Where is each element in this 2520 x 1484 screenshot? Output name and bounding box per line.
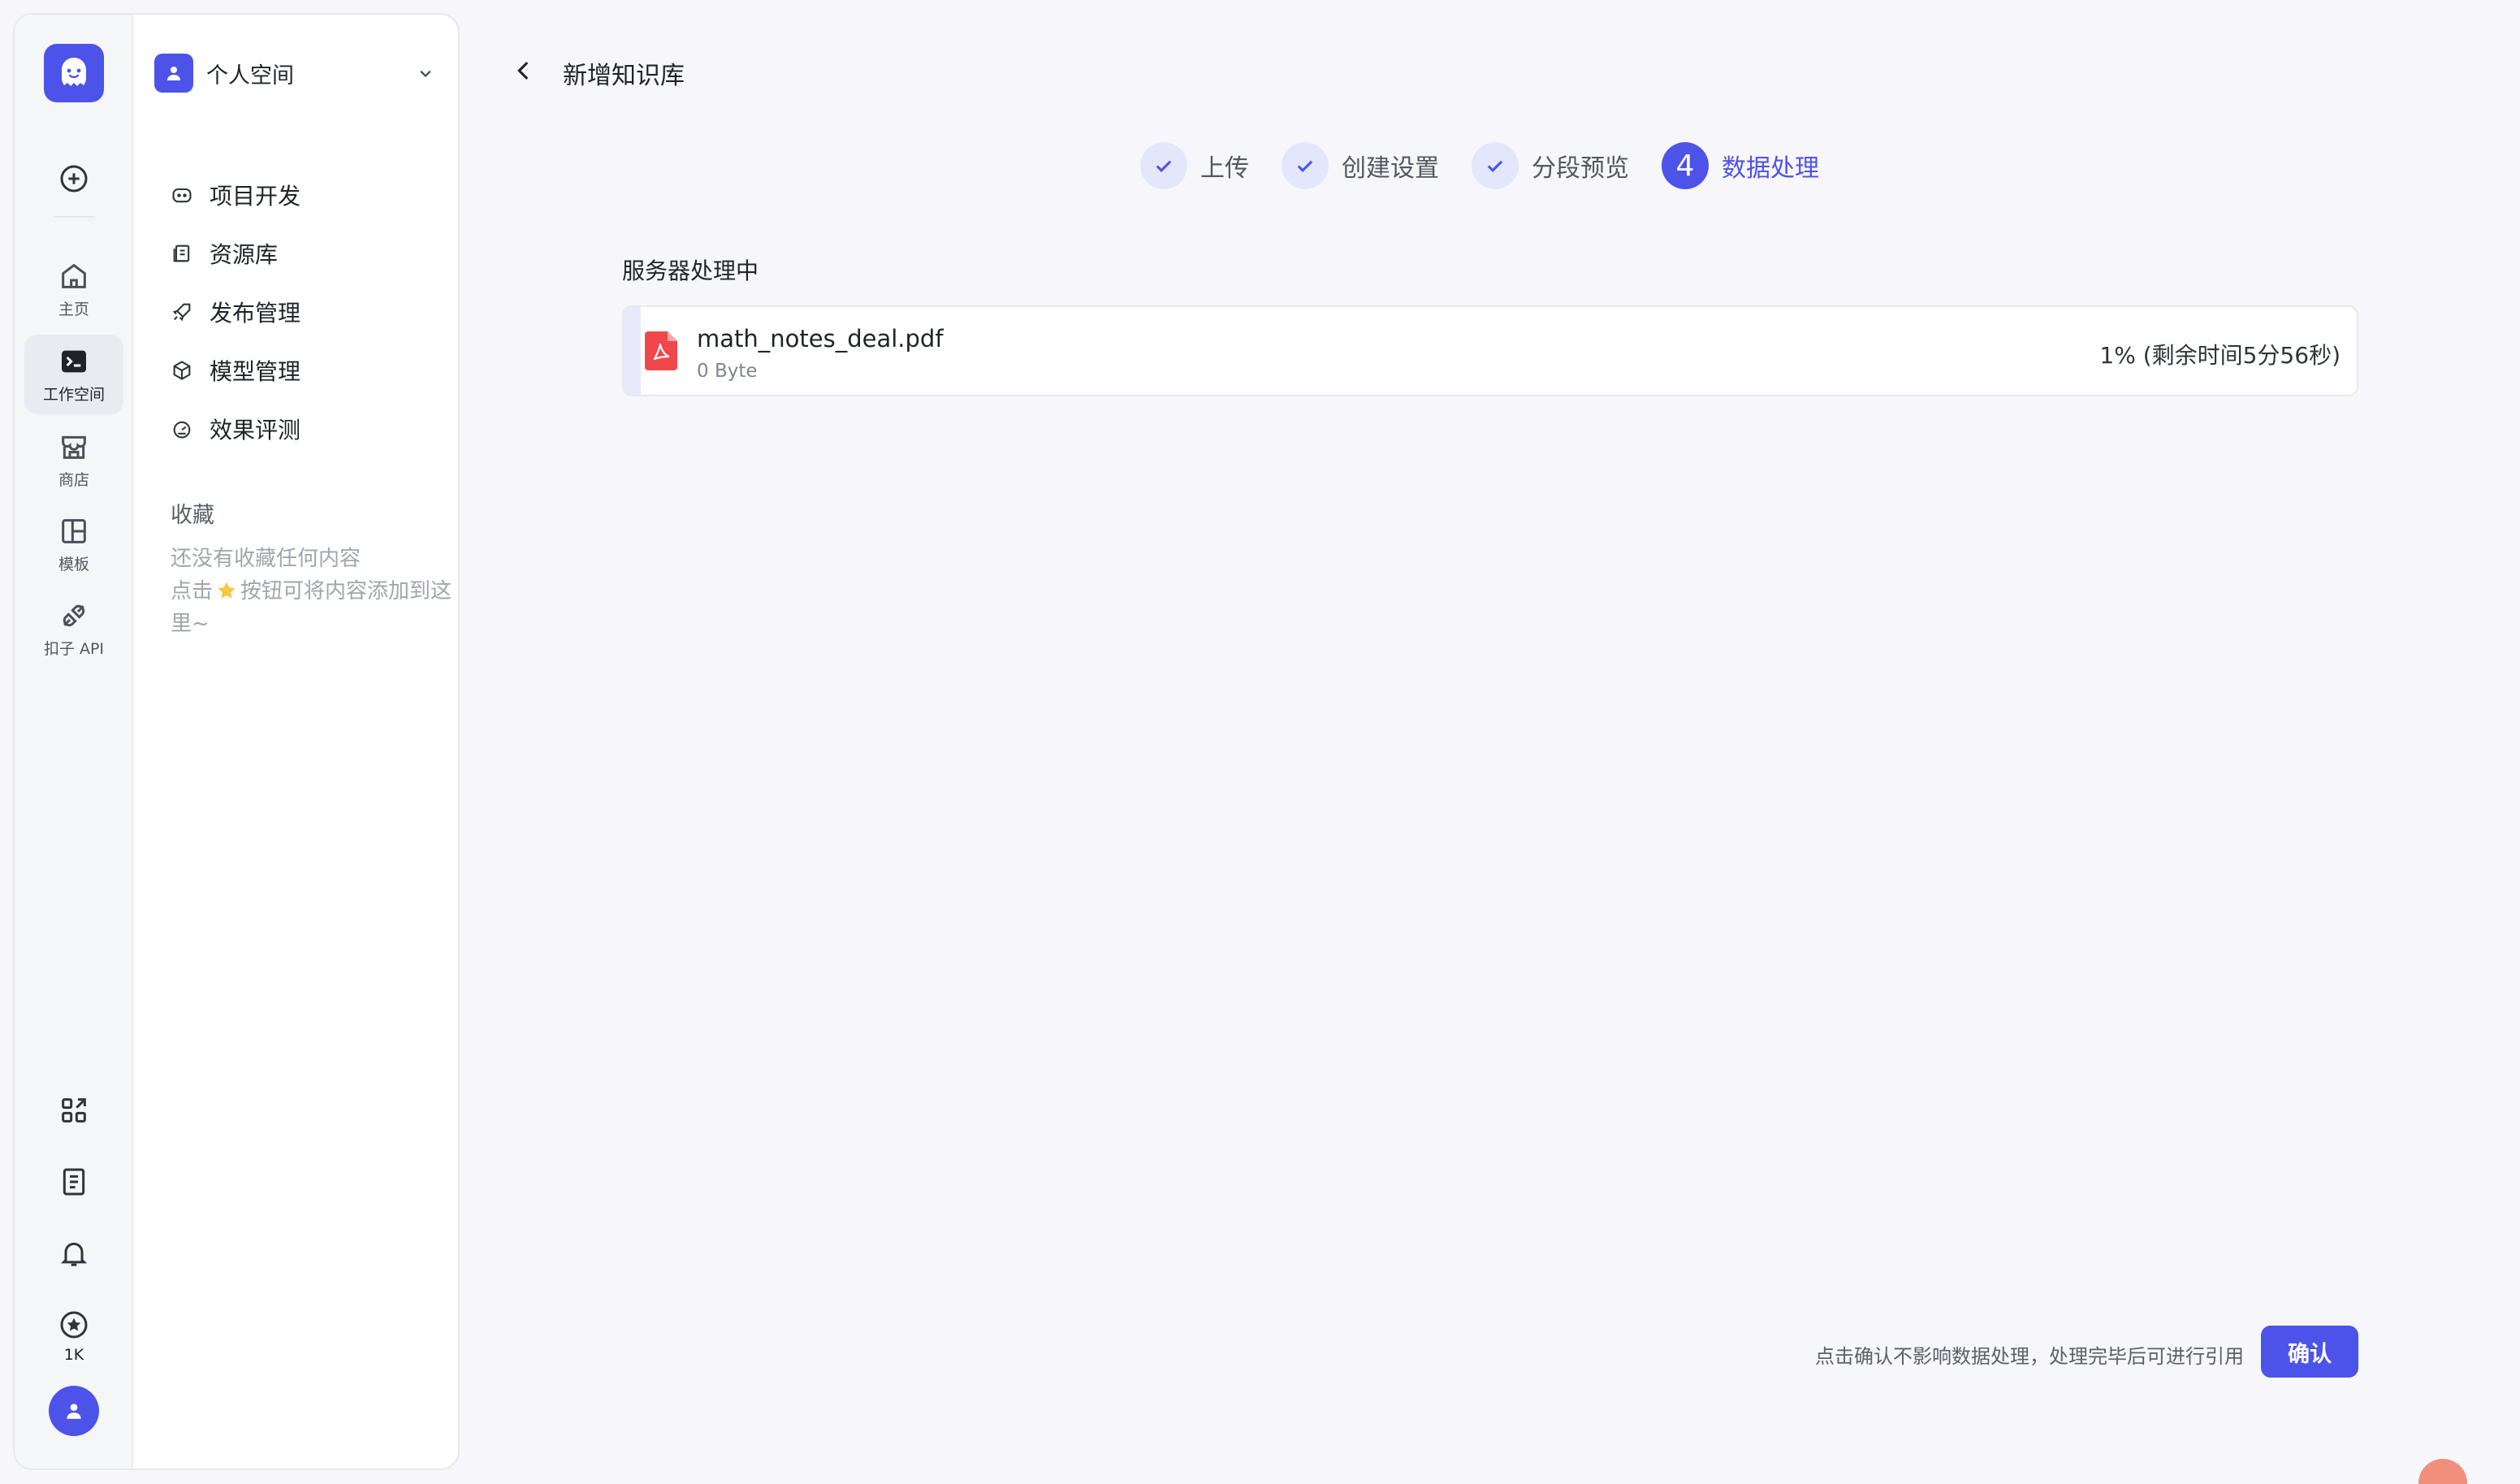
apps-icon (62, 1098, 86, 1123)
rail-item-templates[interactable]: 模板 (24, 505, 123, 583)
file-progress-text: 1% (剩余时间5分56秒) (2099, 342, 2341, 369)
sidebar-item-label: 效果评测 (210, 417, 301, 443)
step-done-badge (1282, 142, 1329, 189)
rail-label-home: 主页 (58, 300, 89, 318)
pdf-file-icon (645, 331, 677, 370)
template-icon (62, 518, 86, 543)
rail-item-home[interactable]: 主页 (24, 250, 123, 328)
cube-icon (173, 361, 191, 380)
chevron-down-icon (420, 70, 431, 78)
sidebar-item-publish[interactable]: 发布管理 (171, 283, 442, 341)
step-label: 上传 (1200, 154, 1249, 183)
step-upload: 上传 (1140, 142, 1249, 189)
store-icon (62, 435, 86, 459)
step-settings: 创建设置 (1282, 142, 1439, 189)
rocket-icon (172, 303, 191, 322)
stepper: 上传 创建设置 分段预览 4 数据处理 (1140, 141, 1852, 190)
favorites-empty-prefix: 点击 (171, 579, 214, 604)
bell-icon (60, 1242, 88, 1266)
apps-button[interactable] (24, 1085, 123, 1136)
space-name: 个人空间 (206, 63, 294, 89)
sidebar-item-label: 资源库 (210, 241, 279, 268)
rail-label-api: 扣子 API (43, 639, 105, 658)
gauge-icon (173, 421, 191, 439)
create-button[interactable] (24, 151, 123, 206)
rail-divider (54, 216, 94, 218)
document-icon (63, 1168, 85, 1196)
plug-icon (63, 604, 85, 626)
favorites-title: 收藏 (171, 503, 214, 528)
confirm-hint: 点击确认不影响数据处理，处理完毕后可进行引用 (1815, 1345, 2244, 1368)
step-done-badge (1472, 142, 1519, 189)
step-label: 创建设置 (1342, 154, 1439, 183)
confirm-button[interactable]: 确认 (2261, 1326, 2358, 1378)
sidebar-item-models[interactable]: 模型管理 (171, 341, 442, 400)
assistant-avatar[interactable] (2418, 1459, 2467, 1484)
favorites-empty-text: 还没有收藏任何内容 点击 按钮可将内容添加到这里~ (171, 543, 458, 640)
user-icon (67, 1404, 81, 1419)
home-icon (62, 263, 86, 288)
check-icon (1487, 160, 1503, 172)
icon-rail: 主页 工作空间 商店 模板 扣子 API 1K (15, 15, 133, 1469)
star-icon (218, 582, 236, 599)
library-icon (173, 244, 190, 262)
rail-label-templates: 模板 (58, 555, 89, 573)
app-logo[interactable] (44, 44, 104, 102)
sidebar-item-projects[interactable]: 项目开发 (171, 166, 442, 224)
credits-button[interactable]: 1K (24, 1300, 123, 1373)
terminal-icon (62, 350, 86, 372)
favorites-empty-line2: 点击 按钮可将内容添加到这里~ (171, 575, 458, 640)
step-label: 数据处理 (1722, 154, 1819, 183)
step-number-badge: 4 (1662, 142, 1709, 189)
rail-item-api[interactable]: 扣子 API (24, 590, 123, 668)
sidebar-item-evaluation[interactable]: 效果评测 (171, 400, 442, 458)
docs-button[interactable] (24, 1157, 123, 1207)
credits-count: 1K (63, 1346, 84, 1364)
file-progress-card: math_notes_deal.pdf 0 Byte 1% (剩余时间5分56秒… (622, 305, 2358, 396)
logo-icon (62, 58, 86, 86)
file-name: math_notes_deal.pdf (697, 325, 944, 353)
notifications-button[interactable] (24, 1228, 123, 1278)
space-switcher[interactable]: 个人空间 (154, 54, 437, 93)
step-done-badge (1140, 142, 1187, 189)
left-panel: 主页 工作空间 商店 模板 扣子 API 1K 个人空间 项目开发 资源库 发布… (13, 13, 460, 1470)
robot-icon (172, 188, 192, 203)
plus-circle-icon (60, 165, 88, 193)
sidebar-item-label: 发布管理 (210, 300, 301, 327)
rail-item-workspace[interactable]: 工作空间 (24, 335, 123, 414)
page-title: 新增知识库 (563, 62, 685, 90)
step-processing: 4 数据处理 (1662, 142, 1819, 189)
sidebar-nav: 项目开发 资源库 发布管理 模型管理 效果评测 (171, 166, 442, 458)
back-arrow-icon[interactable] (510, 57, 538, 84)
sidebar-item-label: 模型管理 (210, 358, 301, 385)
space-avatar (154, 54, 193, 93)
rail-label-workspace: 工作空间 (42, 385, 105, 404)
badge-star-icon (60, 1311, 88, 1339)
user-avatar[interactable] (49, 1386, 99, 1436)
step-preview: 分段预览 (1472, 142, 1629, 189)
sidebar-item-label: 项目开发 (210, 183, 301, 210)
section-title: 服务器处理中 (622, 257, 759, 284)
progress-fill (624, 307, 642, 395)
rail-item-store[interactable]: 商店 (24, 421, 123, 499)
check-icon (1156, 160, 1172, 172)
check-icon (1297, 160, 1313, 172)
file-size: 0 Byte (697, 361, 758, 382)
sidebar: 个人空间 项目开发 资源库 发布管理 模型管理 效果评测 收藏 还没有收藏任何内… (133, 15, 458, 1469)
sidebar-item-library[interactable]: 资源库 (171, 224, 442, 283)
user-icon (167, 67, 180, 80)
favorites-empty-line1: 还没有收藏任何内容 (171, 547, 361, 571)
rail-label-store: 商店 (58, 470, 89, 489)
step-label: 分段预览 (1532, 154, 1629, 183)
